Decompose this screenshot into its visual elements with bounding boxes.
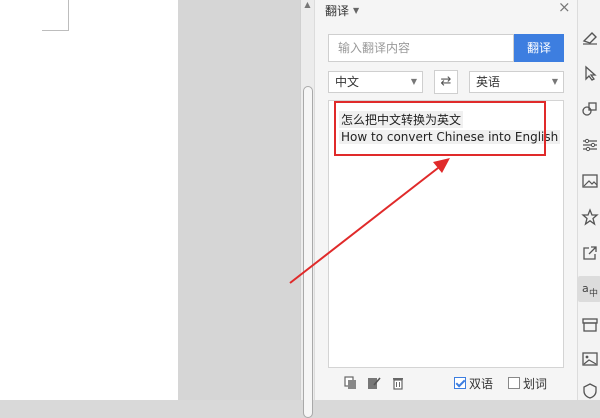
svg-text:中: 中	[589, 287, 598, 298]
translate-input[interactable]: 输入翻译内容	[328, 34, 514, 62]
vertical-scrollbar[interactable]: ▲	[300, 0, 314, 418]
archive-icon[interactable]	[581, 316, 599, 334]
bilingual-label[interactable]: 双语	[469, 375, 493, 392]
bilingual-checkbox[interactable]	[454, 377, 466, 389]
right-side-toolbar: a中	[577, 0, 600, 400]
chevron-down-icon: ▼	[551, 77, 558, 86]
edit-icon[interactable]	[367, 376, 381, 390]
chevron-down-icon: ▼	[353, 6, 360, 15]
eraser-icon[interactable]	[581, 28, 599, 46]
image-icon[interactable]	[581, 172, 599, 190]
trash-icon[interactable]	[391, 376, 405, 390]
picture-icon[interactable]	[581, 350, 599, 368]
swap-icon: ⇄	[440, 74, 452, 89]
shield-icon[interactable]	[581, 382, 599, 400]
workspace-background	[178, 0, 300, 400]
target-language-value: 英语	[476, 75, 501, 89]
source-language-value: 中文	[335, 75, 360, 89]
page-corner-marker	[42, 0, 69, 31]
source-language-select[interactable]: 中文 ▼	[328, 71, 423, 93]
translate-panel: 翻译 ▼ × 输入翻译内容 翻译 中文 ▼ ⇄ 英语 ▼ 怎么把中文转换为英文 …	[314, 0, 577, 400]
scroll-up-arrow-icon[interactable]: ▲	[303, 0, 312, 10]
document-page[interactable]	[0, 0, 178, 400]
word-select-label[interactable]: 划词	[523, 375, 547, 392]
scrollbar-thumb[interactable]	[303, 86, 313, 418]
share-icon[interactable]	[581, 244, 599, 262]
result-toolbar: 双语 划词	[328, 372, 564, 396]
panel-title-menu[interactable]: 翻译 ▼	[325, 2, 359, 19]
target-language-select[interactable]: 英语 ▼	[469, 71, 564, 93]
annotation-highlight-box	[334, 101, 546, 156]
shapes-icon[interactable]	[581, 100, 599, 118]
translate-icon[interactable]: a中	[581, 280, 599, 298]
copy-icon[interactable]	[344, 376, 358, 390]
star-icon[interactable]	[581, 208, 599, 226]
translate-button[interactable]: 翻译	[514, 34, 564, 62]
cursor-icon[interactable]	[581, 64, 599, 82]
word-select-checkbox[interactable]	[508, 377, 520, 389]
swap-languages-button[interactable]: ⇄	[434, 70, 458, 94]
panel-title: 翻译	[325, 4, 350, 18]
sliders-icon[interactable]	[581, 136, 599, 154]
svg-text:a: a	[582, 282, 589, 295]
close-icon[interactable]: ×	[558, 0, 571, 16]
chevron-down-icon: ▼	[410, 77, 417, 86]
